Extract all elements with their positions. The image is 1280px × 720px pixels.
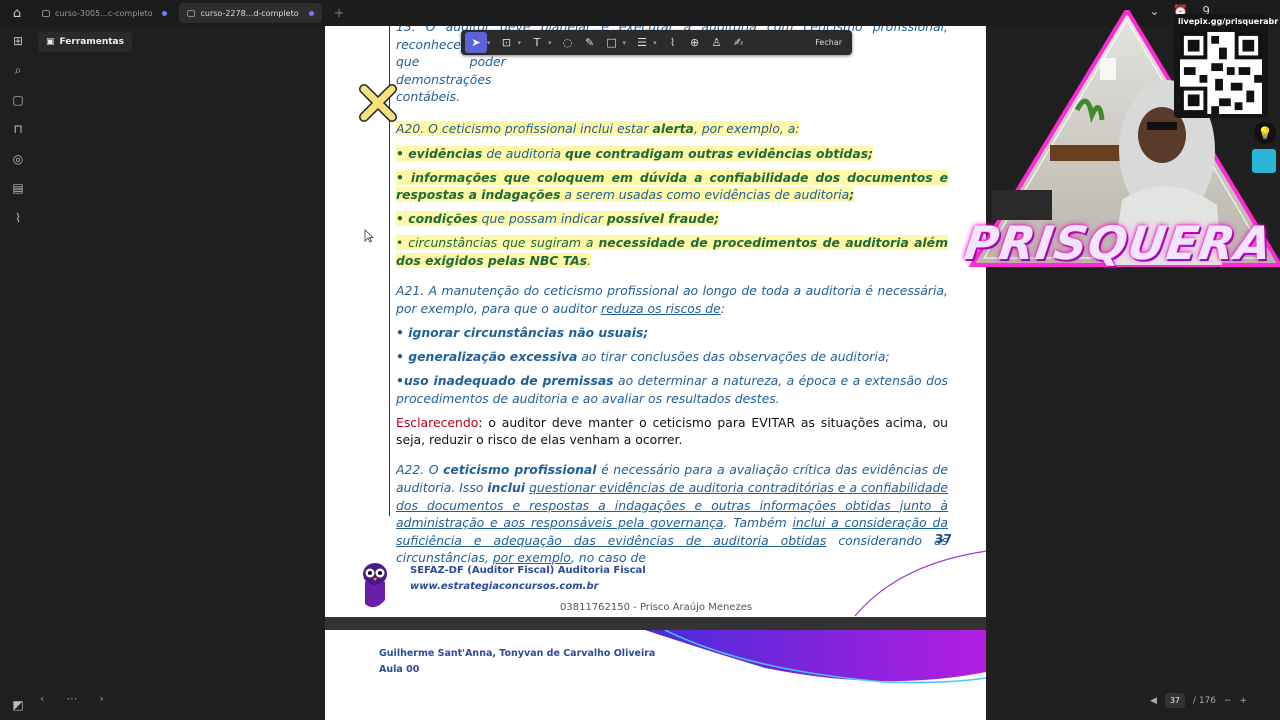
a21-item-3: •uso inadequado de premissas ao determin… (396, 373, 948, 406)
shape-icon[interactable]: □ (601, 32, 623, 53)
livepix-panel: livepix.gg/prisquerabr (1174, 14, 1278, 118)
a20-item-2: • informações que coloquem em dúvida a c… (396, 169, 948, 203)
bookmark-icon[interactable]: ⊓ (0, 115, 36, 145)
comment-icon[interactable]: ◌ (557, 32, 579, 53)
a20-item-4: • circunstâncias que sugiram a necessida… (396, 235, 948, 269)
footer-url: www.estrategiaconcursos.com.br (410, 581, 599, 592)
document-tab-icon (42, 9, 50, 17)
acrobat-logo-icon[interactable]: ◩ (0, 698, 36, 712)
document-tab-icon (187, 9, 196, 17)
tab-modified-dot (308, 10, 314, 16)
page-navigator: ◀ 37 / 176 − + (1150, 693, 1247, 708)
a20-item-3: • condições que possam indicar possível … (396, 211, 720, 227)
home-icon[interactable]: ⌂ (0, 0, 34, 26)
chevron-down-icon[interactable]: ▾ (548, 39, 552, 47)
zoom-in-icon[interactable]: + (1240, 696, 1248, 706)
a21-item-2: • generalização excessiva ao tirar concl… (396, 348, 890, 364)
streamer-brand: PRISQUERA (961, 216, 1277, 270)
more-icon[interactable]: ⋯ (66, 692, 77, 705)
a21-item-1: • ignorar circunstâncias não usuais; (396, 324, 649, 340)
tab-label: curso-3005...c-completo (55, 8, 153, 18)
tab-label: curso-2278...d-completo (200, 8, 299, 18)
badge-icon (1252, 149, 1276, 173)
signature-person-icon[interactable]: ♙ (706, 32, 728, 53)
footer-title: SEFAZ-DF (Auditor Fiscal) Auditoria Fisc… (410, 565, 646, 576)
cut-start: que poder (396, 54, 506, 70)
attachment-icon[interactable]: ⌇ (0, 203, 36, 233)
page-number: 37 (935, 532, 952, 546)
page-authors: Guilherme Sant'Anna, Tonyvan de Carvalho… (379, 648, 656, 659)
page-total: / 176 (1192, 695, 1216, 706)
left-rail: ⊞ ⌕ ▢ ⊓ ◎ ▤ ⌇ ◩ (0, 26, 36, 720)
toolbox-icon: ▣ (46, 37, 55, 47)
chevron-right-icon[interactable]: › (99, 692, 103, 705)
chevron-down-icon[interactable]: ▾ (518, 39, 522, 47)
text-icon[interactable]: T (526, 32, 548, 53)
esclarecendo-paragraph: Esclarecendo: o auditor deve manter o ce… (396, 414, 948, 448)
x-mark-icon (359, 84, 397, 122)
attach-icon[interactable]: ⌇ (662, 32, 684, 53)
tab-modified-dot (162, 10, 168, 16)
a20-intro: A20. O ceticismo profissional inclui est… (396, 121, 800, 137)
close-button[interactable]: Fechar (809, 38, 848, 47)
new-tab-icon[interactable]: + (326, 6, 353, 21)
signature-icon[interactable]: ✍ (728, 32, 750, 53)
chevron-left-icon[interactable]: ‹ (40, 692, 44, 705)
strikethrough-icon[interactable]: ☰ (631, 32, 653, 53)
tools-label: Ferramentas (59, 37, 124, 47)
select-icon[interactable]: ➤ (465, 32, 487, 53)
bottom-nav-left: ‹ ⋯ › (40, 692, 104, 705)
footer-arc (854, 550, 986, 617)
cut-end: demonstrações (396, 71, 492, 87)
zoom-out-icon[interactable]: − (1224, 696, 1232, 706)
page-gap (325, 617, 986, 630)
document-page-next: Guilherme Sant'Anna, Tonyvan de Carvalho… (325, 630, 986, 720)
lightbulb-icon: 💡 (1254, 122, 1276, 144)
apps-grid-icon[interactable]: ⊞ (0, 26, 36, 56)
chevron-down-icon[interactable]: ▾ (623, 39, 627, 47)
document-page: 13. O auditor deve planejar e executar a… (325, 26, 986, 617)
comments-icon[interactable]: ◎ (0, 144, 36, 174)
mouse-cursor-icon (364, 229, 374, 243)
page-lesson: Aula 00 (379, 664, 420, 675)
page-header-banner (645, 630, 986, 684)
chevron-down-icon[interactable]: ▾ (487, 39, 491, 47)
owl-logo-icon (363, 563, 387, 608)
a21-intro: A21. A manutenção do ceticismo profissio… (396, 283, 948, 316)
livepix-url: livepix.gg/prisquerabr (1178, 17, 1279, 26)
tab-document-1[interactable]: curso-3005...c-completo (34, 3, 175, 23)
page-content: 13. O auditor deve planejar e executar a… (396, 26, 948, 573)
stamp-icon[interactable]: ⊕ (684, 32, 706, 53)
search-icon[interactable]: ⌕ (0, 56, 36, 86)
footer-id: 03811762150 - Prisco Araújo Menezes (560, 602, 753, 613)
area-select-icon[interactable]: ⊡ (496, 32, 518, 53)
tab-document-2[interactable]: curso-2278...d-completo (179, 3, 322, 23)
prev-page-icon[interactable]: ◀ (1150, 696, 1157, 706)
layers-icon[interactable]: ▤ (0, 174, 36, 204)
a20-item-1: • evidências de auditoria que contradiga… (396, 145, 874, 161)
pages-icon[interactable]: ▢ (0, 85, 36, 115)
cut-line2: contábeis. (396, 89, 461, 105)
page-input[interactable]: 37 (1164, 693, 1185, 708)
annotation-toolbar: ➤ ▾ ⊡ ▾ T ▾ ◌ ✎ □ ▾ ☰ ▾ ⌇ ⊕ ♙ ✍ Fechar (461, 30, 852, 55)
chevron-down-icon[interactable]: ▾ (653, 39, 657, 47)
highlight-pen-icon[interactable]: ✎ (579, 32, 601, 53)
qr-code-icon (1180, 32, 1262, 114)
tools-tab[interactable]: ▣ Ferramentas (38, 32, 132, 52)
